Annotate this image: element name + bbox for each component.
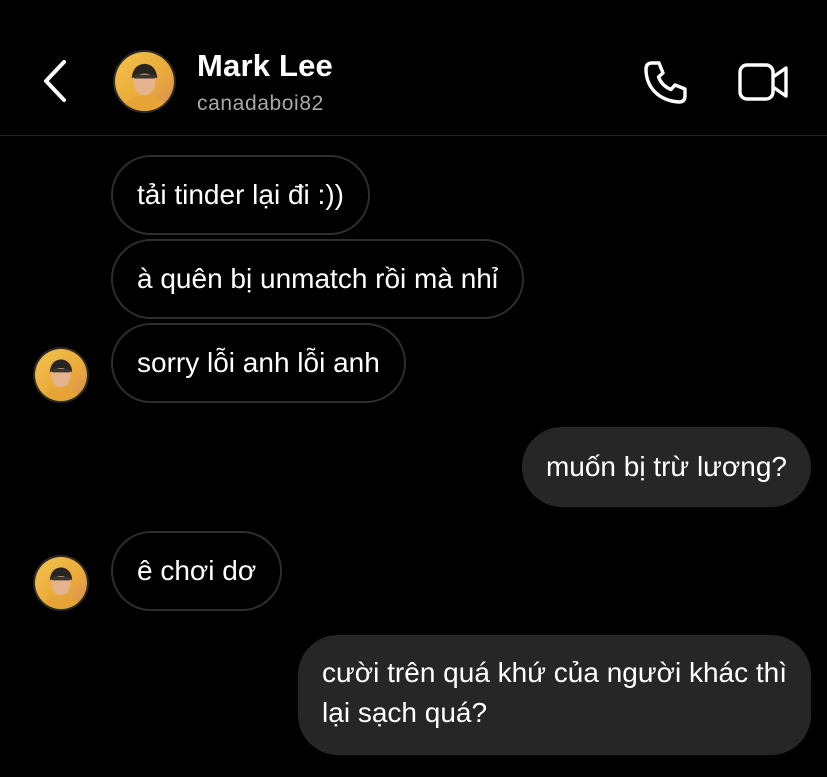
sender-avatar[interactable] [33,347,89,403]
chevron-left-icon [44,60,66,102]
voice-call-button[interactable] [638,56,692,110]
message-bubble-outgoing[interactable]: muốn bị trừ lương? [521,427,811,507]
contact-avatar[interactable] [113,50,176,113]
message-bubble-incoming[interactable]: tải tinder lại đi :)) [111,155,370,235]
message-bubble-incoming[interactable]: à quên bị unmatch rồi mà nhỉ [111,239,525,319]
message-bubble-incoming[interactable]: sorry lỗi anh lỗi anh [111,323,406,403]
avatar-photo [35,557,87,609]
avatar-photo [35,349,87,401]
message-text: à quên bị unmatch rồi mà nhỉ [137,263,499,294]
phone-icon [644,61,687,104]
message-text: tải tinder lại đi :)) [137,179,344,210]
contact-username: canadaboi82 [197,92,324,115]
sender-avatar[interactable] [33,555,89,611]
avatar-photo [115,52,174,111]
back-button[interactable] [34,56,74,106]
message-text: ê chơi dơ [137,555,257,586]
message-text-line: cười trên quá khứ của người khác thì [322,657,787,688]
video-camera-icon [738,63,788,101]
message-text-line: lại sạch quá? [322,697,488,728]
message-bubble-outgoing[interactable]: cười trên quá khứ của người khác thì lại… [298,635,811,755]
chat-header: Mark Lee canadaboi82 [0,0,827,136]
message-bubble-incoming[interactable]: ê chơi dơ [111,531,283,611]
video-call-button[interactable] [736,58,792,108]
contact-name[interactable]: Mark Lee [197,48,333,84]
message-text: sorry lỗi anh lỗi anh [137,347,380,378]
message-text: muốn bị trừ lương? [545,451,787,482]
